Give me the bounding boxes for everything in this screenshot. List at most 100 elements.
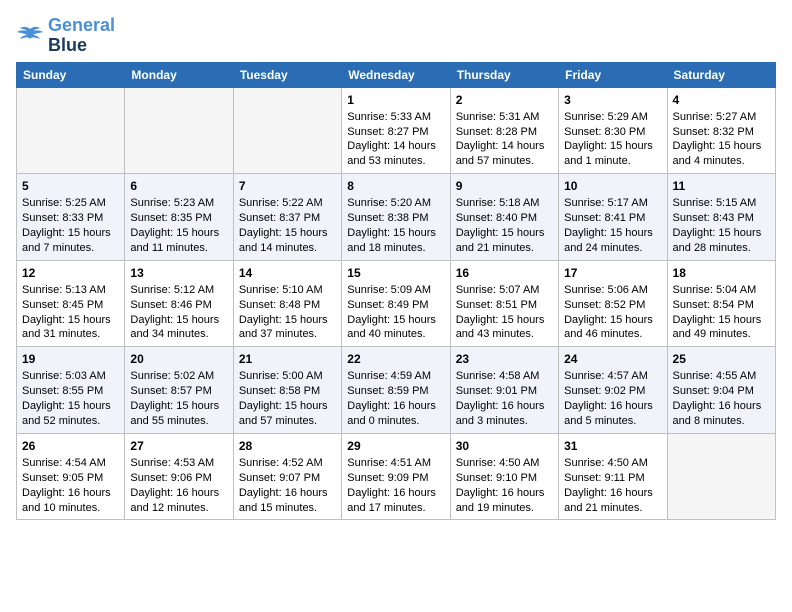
day-number: 25 [673, 351, 770, 367]
day-number: 8 [347, 178, 444, 194]
day-info: Sunrise: 5:03 AM Sunset: 8:55 PM Dayligh… [22, 370, 111, 427]
day-info: Sunrise: 5:18 AM Sunset: 8:40 PM Dayligh… [456, 197, 545, 254]
day-info: Sunrise: 4:59 AM Sunset: 8:59 PM Dayligh… [347, 370, 436, 427]
day-info: Sunrise: 5:06 AM Sunset: 8:52 PM Dayligh… [564, 284, 653, 341]
calendar-week-4: 19Sunrise: 5:03 AM Sunset: 8:55 PM Dayli… [17, 347, 776, 434]
calendar-week-2: 5 Sunrise: 5:25 AM Sunset: 8:33 PM Daylig… [17, 174, 776, 261]
day-number: 17 [564, 265, 661, 281]
weekday-header-friday: Friday [559, 62, 667, 87]
calendar-cell: 4 Sunrise: 5:27 AM Sunset: 8:32 PM Daylig… [667, 87, 775, 174]
day-number: 29 [347, 438, 444, 454]
calendar-week-5: 26 Sunrise: 4:54 AM Sunset: 9:05 PM Dayli… [17, 433, 776, 520]
day-number: 21 [239, 351, 336, 367]
calendar-header-row: SundayMondayTuesdayWednesdayThursdayFrid… [17, 62, 776, 87]
calendar-cell: 11 Sunrise: 5:15 AM Sunset: 8:43 PM Dayli… [667, 174, 775, 261]
day-info: Sunrise: 4:50 AM Sunset: 9:11 PM Dayligh… [564, 457, 653, 514]
day-number: 16 [456, 265, 553, 281]
calendar-cell: 14Sunrise: 5:10 AM Sunset: 8:48 PM Dayli… [233, 260, 341, 347]
day-number: 14 [239, 265, 336, 281]
day-number: 12 [22, 265, 119, 281]
day-info: Sunrise: 5:13 AM Sunset: 8:45 PM Dayligh… [22, 284, 111, 341]
day-info: Sunrise: 5:15 AM Sunset: 8:43 PM Dayligh… [673, 197, 762, 254]
day-number: 11 [673, 178, 770, 194]
day-info: Sunrise: 4:54 AM Sunset: 9:05 PM Dayligh… [22, 457, 111, 514]
calendar-cell: 1 Sunrise: 5:33 AM Sunset: 8:27 PM Daylig… [342, 87, 450, 174]
page-header: General Blue [16, 16, 776, 56]
day-number: 3 [564, 92, 661, 108]
logo: General Blue [16, 16, 115, 56]
calendar-cell: 7Sunrise: 5:22 AM Sunset: 8:37 PM Daylig… [233, 174, 341, 261]
day-number: 27 [130, 438, 227, 454]
day-info: Sunrise: 5:22 AM Sunset: 8:37 PM Dayligh… [239, 197, 328, 254]
day-info: Sunrise: 5:31 AM Sunset: 8:28 PM Dayligh… [456, 111, 545, 168]
weekday-header-sunday: Sunday [17, 62, 125, 87]
calendar-cell: 28 Sunrise: 4:52 AM Sunset: 9:07 PM Dayli… [233, 433, 341, 520]
calendar-table: SundayMondayTuesdayWednesdayThursdayFrid… [16, 62, 776, 521]
day-info: Sunrise: 5:09 AM Sunset: 8:49 PM Dayligh… [347, 284, 436, 341]
day-info: Sunrise: 5:17 AM Sunset: 8:41 PM Dayligh… [564, 197, 653, 254]
day-info: Sunrise: 4:53 AM Sunset: 9:06 PM Dayligh… [130, 457, 219, 514]
logo-bird-icon [16, 25, 44, 47]
day-number: 9 [456, 178, 553, 194]
day-info: Sunrise: 4:55 AM Sunset: 9:04 PM Dayligh… [673, 370, 762, 427]
day-info: Sunrise: 4:58 AM Sunset: 9:01 PM Dayligh… [456, 370, 545, 427]
day-info: Sunrise: 5:29 AM Sunset: 8:30 PM Dayligh… [564, 111, 653, 168]
day-number: 28 [239, 438, 336, 454]
day-number: 10 [564, 178, 661, 194]
calendar-cell: 16 Sunrise: 5:07 AM Sunset: 8:51 PM Dayli… [450, 260, 558, 347]
day-info: Sunrise: 4:50 AM Sunset: 9:10 PM Dayligh… [456, 457, 545, 514]
calendar-cell: 9 Sunrise: 5:18 AM Sunset: 8:40 PM Daylig… [450, 174, 558, 261]
calendar-cell [125, 87, 233, 174]
day-info: Sunrise: 5:33 AM Sunset: 8:27 PM Dayligh… [347, 111, 436, 168]
calendar-cell [233, 87, 341, 174]
day-info: Sunrise: 5:23 AM Sunset: 8:35 PM Dayligh… [130, 197, 219, 254]
calendar-cell: 31 Sunrise: 4:50 AM Sunset: 9:11 PM Dayli… [559, 433, 667, 520]
day-number: 23 [456, 351, 553, 367]
calendar-cell: 30 Sunrise: 4:50 AM Sunset: 9:10 PM Dayli… [450, 433, 558, 520]
calendar-cell: 29 Sunrise: 4:51 AM Sunset: 9:09 PM Dayli… [342, 433, 450, 520]
logo-text: General Blue [48, 16, 115, 56]
day-number: 1 [347, 92, 444, 108]
calendar-cell: 25 Sunrise: 4:55 AM Sunset: 9:04 PM Dayli… [667, 347, 775, 434]
calendar-cell: 21Sunrise: 5:00 AM Sunset: 8:58 PM Dayli… [233, 347, 341, 434]
calendar-cell: 12 Sunrise: 5:13 AM Sunset: 8:45 PM Dayli… [17, 260, 125, 347]
weekday-header-wednesday: Wednesday [342, 62, 450, 87]
day-number: 31 [564, 438, 661, 454]
calendar-week-3: 12 Sunrise: 5:13 AM Sunset: 8:45 PM Dayli… [17, 260, 776, 347]
calendar-cell: 24 Sunrise: 4:57 AM Sunset: 9:02 PM Dayli… [559, 347, 667, 434]
day-number: 24 [564, 351, 661, 367]
calendar-cell: 5 Sunrise: 5:25 AM Sunset: 8:33 PM Daylig… [17, 174, 125, 261]
day-info: Sunrise: 5:07 AM Sunset: 8:51 PM Dayligh… [456, 284, 545, 341]
day-info: Sunrise: 5:25 AM Sunset: 8:33 PM Dayligh… [22, 197, 111, 254]
day-info: Sunrise: 5:02 AM Sunset: 8:57 PM Dayligh… [130, 370, 219, 427]
calendar-cell: 27 Sunrise: 4:53 AM Sunset: 9:06 PM Dayli… [125, 433, 233, 520]
calendar-cell: 13 Sunrise: 5:12 AM Sunset: 8:46 PM Dayli… [125, 260, 233, 347]
day-number: 4 [673, 92, 770, 108]
day-number: 26 [22, 438, 119, 454]
calendar-cell: 3 Sunrise: 5:29 AM Sunset: 8:30 PM Daylig… [559, 87, 667, 174]
day-number: 13 [130, 265, 227, 281]
day-info: Sunrise: 5:12 AM Sunset: 8:46 PM Dayligh… [130, 284, 219, 341]
day-info: Sunrise: 5:20 AM Sunset: 8:38 PM Dayligh… [347, 197, 436, 254]
day-number: 15 [347, 265, 444, 281]
calendar-week-1: 1 Sunrise: 5:33 AM Sunset: 8:27 PM Daylig… [17, 87, 776, 174]
weekday-header-saturday: Saturday [667, 62, 775, 87]
day-info: Sunrise: 5:27 AM Sunset: 8:32 PM Dayligh… [673, 111, 762, 168]
weekday-header-monday: Monday [125, 62, 233, 87]
calendar-cell: 20 Sunrise: 5:02 AM Sunset: 8:57 PM Dayli… [125, 347, 233, 434]
day-info: Sunrise: 5:04 AM Sunset: 8:54 PM Dayligh… [673, 284, 762, 341]
day-number: 5 [22, 178, 119, 194]
day-number: 20 [130, 351, 227, 367]
day-number: 30 [456, 438, 553, 454]
day-info: Sunrise: 4:52 AM Sunset: 9:07 PM Dayligh… [239, 457, 328, 514]
calendar-cell [667, 433, 775, 520]
day-info: Sunrise: 4:57 AM Sunset: 9:02 PM Dayligh… [564, 370, 653, 427]
calendar-cell: 22Sunrise: 4:59 AM Sunset: 8:59 PM Dayli… [342, 347, 450, 434]
calendar-body: 1 Sunrise: 5:33 AM Sunset: 8:27 PM Daylig… [17, 87, 776, 520]
calendar-cell: 10 Sunrise: 5:17 AM Sunset: 8:41 PM Dayli… [559, 174, 667, 261]
weekday-header-tuesday: Tuesday [233, 62, 341, 87]
day-info: Sunrise: 4:51 AM Sunset: 9:09 PM Dayligh… [347, 457, 436, 514]
weekday-header-thursday: Thursday [450, 62, 558, 87]
calendar-cell: 15 Sunrise: 5:09 AM Sunset: 8:49 PM Dayli… [342, 260, 450, 347]
day-number: 2 [456, 92, 553, 108]
